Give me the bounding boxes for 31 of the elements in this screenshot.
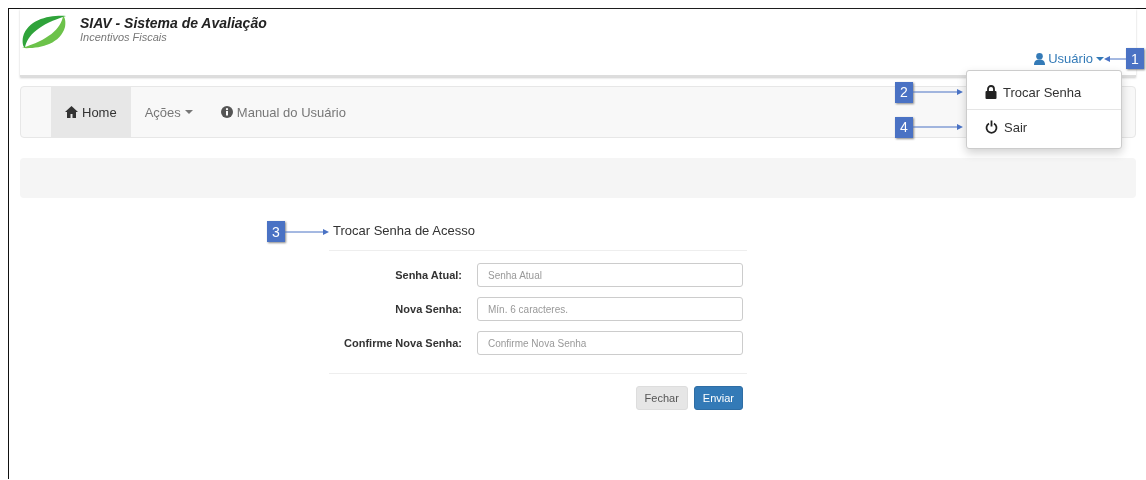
lock-icon (985, 85, 997, 99)
field-label: Nova Senha: (394, 303, 462, 315)
app-title: SIAV - Sistema de Avaliação (80, 15, 267, 31)
user-menu-button[interactable]: Usuário (1034, 51, 1104, 66)
nav-item[interactable]: Home (51, 87, 131, 137)
close-button[interactable]: Fechar (635, 386, 688, 410)
menu-item-label: Trocar Senha (1003, 84, 1082, 100)
callout-badge: 2 (895, 81, 913, 103)
leader-arrow (913, 123, 963, 131)
submit-button[interactable]: Enviar (693, 386, 743, 410)
leader-arrow (913, 88, 963, 96)
app-subtitle: Incentivos Fiscais (80, 31, 168, 43)
callout-badge: 4 (895, 116, 913, 138)
logo-icon (20, 15, 68, 49)
power-icon (985, 120, 998, 134)
field-label: Senha Atual: (394, 269, 462, 281)
password-field[interactable]: Senha Atual (477, 263, 743, 287)
nav-item[interactable]: Manual do Usuário (206, 87, 360, 137)
field-label: Confirme Nova Senha: (343, 337, 462, 349)
form-title: Trocar Senha de Acesso (333, 223, 475, 238)
callout-badge: 1 (1126, 48, 1144, 69)
menu-item-label: Sair (1004, 119, 1028, 135)
info-icon (220, 106, 233, 118)
leader-arrow (285, 227, 329, 236)
home-icon (65, 106, 78, 118)
callout-badge: 3 (267, 221, 285, 242)
leader-arrow (1104, 54, 1126, 63)
password-field[interactable]: Confirme Nova Senha (477, 331, 743, 355)
nav-item[interactable]: Ações (130, 87, 207, 137)
user-icon (1034, 52, 1046, 65)
password-field[interactable]: Mín. 6 caracteres. (477, 297, 743, 321)
